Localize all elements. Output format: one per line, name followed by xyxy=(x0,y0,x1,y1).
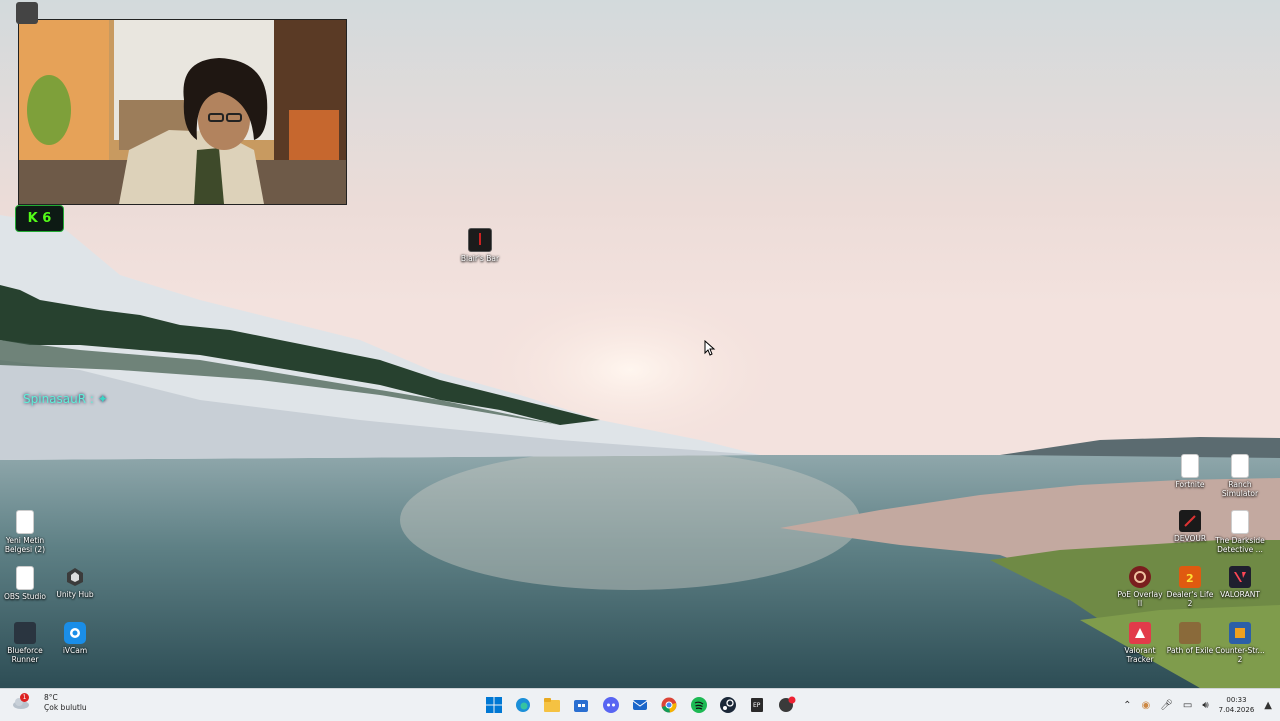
weather-widget[interactable]: 1 8°C Çok bulutlu xyxy=(12,693,87,713)
desktop-icon-unity-hub[interactable]: Unity Hub xyxy=(50,566,100,599)
game-icon xyxy=(1229,622,1251,644)
desktop-icon-blueforce-runner[interactable]: Blueforce Runner xyxy=(0,622,50,664)
shortcut-icon xyxy=(1181,454,1199,478)
svg-text:2: 2 xyxy=(1186,572,1194,584)
desktop-icon-label: Path of Exile xyxy=(1166,646,1214,655)
desktop-icon-darkside-detective[interactable]: The Darkside Detective ... xyxy=(1215,510,1265,554)
system-tray: ⌃ ◉ 🎤︎ ▭ 🔊︎ 00:33 7.04.2026 ▲ xyxy=(1123,689,1272,721)
webcam-overlay xyxy=(18,19,347,205)
volume-icon[interactable]: 🔊︎ xyxy=(1202,700,1208,711)
store-icon xyxy=(574,700,588,712)
svg-text:EP: EP xyxy=(753,702,761,709)
kick-viewer-badge: K 6 xyxy=(15,205,64,232)
desktop-icon-label: DEVOUR xyxy=(1173,534,1207,543)
microphone-icon[interactable]: 🎤︎ xyxy=(1160,700,1173,711)
desktop-icon-label: Ranch Simulator xyxy=(1221,480,1259,498)
obs-icon xyxy=(16,566,34,590)
game-icon xyxy=(1129,566,1151,588)
desktop-icon-label: OBS Studio xyxy=(4,592,46,601)
game-icon xyxy=(468,228,492,252)
desktop-icon-label: PoE Overlay II xyxy=(1117,590,1163,608)
desktop-icon-label: Counter-Str... 2 xyxy=(1215,646,1265,664)
notification-bell-icon[interactable]: ▲ xyxy=(1264,700,1272,711)
valorant-icon xyxy=(1229,566,1251,588)
weather-temperature: 8°C xyxy=(44,693,58,702)
taskbar-epic-games[interactable]: EP xyxy=(748,696,766,714)
taskbar-mail[interactable] xyxy=(631,696,649,714)
shortcut-icon xyxy=(1231,454,1249,478)
shortcut-icon xyxy=(1231,510,1249,534)
taskbar-chrome[interactable] xyxy=(660,696,678,714)
app-icon xyxy=(779,696,796,712)
desktop-icon-label: Blueforce Runner xyxy=(7,646,43,664)
app-icon xyxy=(16,2,38,24)
epic-games-icon: EP xyxy=(751,698,763,712)
clock[interactable]: 00:33 7.04.2026 xyxy=(1219,695,1255,715)
clock-time: 00:33 xyxy=(1226,696,1247,704)
desktop-icon-path-of-exile[interactable]: Path of Exile xyxy=(1165,622,1215,655)
taskbar-spotify[interactable] xyxy=(690,696,708,714)
desktop-icon-hidden-1[interactable] xyxy=(2,2,52,24)
mail-icon xyxy=(632,700,648,710)
taskbar-app-notification[interactable] xyxy=(778,696,796,714)
cloud-icon: 1 xyxy=(12,693,30,710)
spotify-icon xyxy=(691,697,707,713)
steam-icon xyxy=(720,697,736,713)
weather-description: Çok bulutlu xyxy=(44,703,87,712)
edge-icon xyxy=(516,698,530,712)
taskbar: 1 8°C Çok bulutlu EP ⌃ ◉ 🎤︎ ▭ 🔊︎ 00:33 7… xyxy=(0,688,1280,721)
desktop-icon-label: Fortnite xyxy=(1175,480,1205,489)
windows-icon xyxy=(486,697,502,713)
taskbar-steam[interactable] xyxy=(719,696,737,714)
desktop-icon-fortnite[interactable]: Fortnite xyxy=(1165,454,1215,489)
taskbar-file-explorer[interactable] xyxy=(543,696,561,714)
camera-icon xyxy=(64,622,86,644)
taskbar-store[interactable] xyxy=(572,696,590,714)
mouse-cursor-icon xyxy=(704,340,716,356)
chat-overlay: SpinasauR : ✦ xyxy=(23,392,108,406)
weather-alert-badge: 1 xyxy=(20,693,29,702)
chat-username: SpinasauR : xyxy=(23,392,94,406)
pin-icon: ✦ xyxy=(97,392,108,406)
desktop-icon-poe-overlay[interactable]: PoE Overlay II xyxy=(1115,566,1165,608)
network-app-icon[interactable]: ◉ xyxy=(1141,700,1150,711)
desktop-icon-ranch-simulator[interactable]: Ranch Simulator xyxy=(1215,454,1265,498)
desktop-icon-devour[interactable]: DEVOUR xyxy=(1165,510,1215,543)
start-button[interactable] xyxy=(485,696,503,714)
chrome-icon xyxy=(661,697,677,713)
desktop-icon-label: Blair's Bar xyxy=(460,254,500,263)
unity-icon xyxy=(64,566,86,588)
desktop-icon-ivcam[interactable]: iVCam xyxy=(50,622,100,655)
desktop-icon-blairs-bar[interactable]: Blair's Bar xyxy=(455,228,505,263)
desktop-icon-valorant[interactable]: VALORANT xyxy=(1215,566,1265,599)
desktop-icon-label: Yeni Metin Belgesi (2) xyxy=(4,536,46,554)
taskbar-edge[interactable] xyxy=(514,696,532,714)
kick-viewer-count: K 6 xyxy=(27,211,52,226)
tracker-icon xyxy=(1129,622,1151,644)
desktop-icon-counter-strike-2[interactable]: Counter-Str... 2 xyxy=(1215,622,1265,664)
desktop-icon-label: Valorant Tracker xyxy=(1124,646,1156,664)
desktop-icon-dealers-life-2[interactable]: 2 Dealer's Life 2 xyxy=(1165,566,1215,608)
desktop-icon-valorant-tracker[interactable]: Valorant Tracker xyxy=(1115,622,1165,664)
desktop-icon-label: VALORANT xyxy=(1220,590,1260,599)
folder-icon xyxy=(544,698,560,712)
desktop-icon-obs-studio[interactable]: OBS Studio xyxy=(0,566,50,601)
webcam-feed xyxy=(19,20,346,204)
document-icon xyxy=(16,510,34,534)
runner-icon xyxy=(14,622,36,644)
desktop-icon-label: The Darkside Detective ... xyxy=(1215,536,1265,554)
game-icon xyxy=(1179,510,1201,532)
desktop-icon-text-document[interactable]: Yeni Metin Belgesi (2) xyxy=(0,510,50,554)
display-icon[interactable]: ▭ xyxy=(1183,700,1192,711)
clock-date: 7.04.2026 xyxy=(1218,706,1255,714)
desktop-icon-label: iVCam xyxy=(62,646,88,655)
discord-icon xyxy=(603,697,619,713)
game-icon: 2 xyxy=(1179,566,1201,588)
chevron-up-icon[interactable]: ⌃ xyxy=(1123,700,1131,711)
desktop-icon-label: Unity Hub xyxy=(56,590,94,599)
taskbar-discord[interactable] xyxy=(602,696,620,714)
desktop-icon-label: Dealer's Life 2 xyxy=(1166,590,1214,608)
game-icon xyxy=(1179,622,1201,644)
